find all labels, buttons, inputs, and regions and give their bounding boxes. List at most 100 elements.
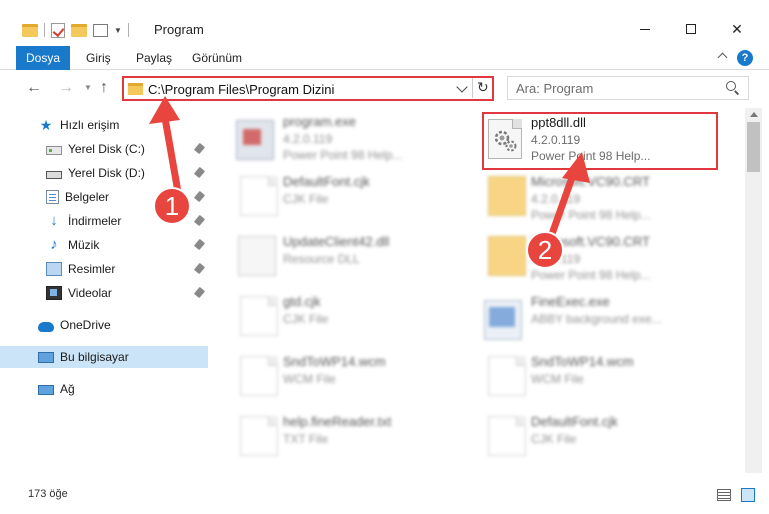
file-detail: CJK File <box>283 192 329 206</box>
search-box[interactable] <box>507 76 749 100</box>
minimize-button[interactable] <box>622 14 668 44</box>
sidebar-item-downloads[interactable]: ↓ İndirmeler <box>0 210 208 232</box>
file-detail: ABBY background exe... <box>531 312 662 326</box>
close-button[interactable]: ✕ <box>714 14 760 44</box>
navigation-bar: ← → ▼ ↑ C:\Program Files\Program Dizini … <box>0 71 769 105</box>
file-item[interactable]: DefaultFont.cjk CJK File <box>226 168 464 222</box>
address-bar[interactable]: C:\Program Files\Program Dizini ↻ <box>122 76 494 101</box>
status-bar: 173 öğe <box>0 482 769 506</box>
file-detail: 4.2.0.119 <box>531 192 581 206</box>
sidebar-item-network[interactable]: Ağ <box>0 378 208 400</box>
navigation-pane: ★ Hızlı erişim Yerel Disk (C:) Yerel Dis… <box>0 108 210 482</box>
maximize-button[interactable] <box>668 14 714 44</box>
file-detail: Power Point 98 Help... <box>283 148 403 162</box>
sidebar-item-videos[interactable]: Videolar <box>0 282 208 304</box>
file-item[interactable]: Microsoft.VC90.CRT 4.2.0.119 Power Point… <box>474 168 712 222</box>
file-item[interactable]: SndToWP14.wcm WCM File <box>474 348 712 402</box>
sidebar-item-label: Videolar <box>68 286 112 300</box>
sidebar-item-disk-d[interactable]: Yerel Disk (D:) <box>0 162 208 184</box>
up-button[interactable]: ↑ <box>100 79 108 97</box>
sidebar-item-label: Ağ <box>60 382 75 396</box>
details-view-icon[interactable] <box>717 489 731 501</box>
chevron-down-icon[interactable]: ▼ <box>114 26 122 35</box>
sidebar-item-label: Resimler <box>68 262 116 276</box>
sidebar-item-label: Hızlı erişim <box>60 118 120 132</box>
file-detail: WCM File <box>283 372 336 386</box>
address-path[interactable]: C:\Program Files\Program Dizini <box>148 82 334 97</box>
tab-home[interactable]: Giriş <box>86 46 111 70</box>
toolbar-separator <box>127 23 129 37</box>
sidebar-item-music[interactable]: ♪ Müzik <box>0 234 208 256</box>
pin-icon <box>193 190 206 203</box>
file-name: SndToWP14.wcm <box>283 354 386 369</box>
application-icon <box>484 300 522 340</box>
search-icon[interactable] <box>726 81 736 91</box>
tab-file[interactable]: Dosya <box>16 46 70 70</box>
address-separator <box>472 78 473 98</box>
file-item[interactable]: help.fineReader.txt TXT File <box>226 408 464 462</box>
tab-share[interactable]: Paylaş <box>136 46 172 70</box>
sidebar-item-pictures[interactable]: Resimler <box>0 258 208 280</box>
pin-icon <box>193 142 206 155</box>
back-button[interactable]: ← <box>26 79 42 97</box>
file-name: gtd.cjk <box>283 294 321 309</box>
file-name: SndToWP14.wcm <box>531 354 634 369</box>
document-icon <box>240 176 278 216</box>
file-item[interactable]: gtd.cjk CJK File <box>226 288 464 342</box>
vertical-scrollbar[interactable] <box>745 108 762 473</box>
sidebar-item-documents[interactable]: Belgeler <box>0 186 208 208</box>
sidebar-item-this-pc[interactable]: Bu bilgisayar <box>0 346 208 368</box>
sidebar-item-label: Müzik <box>68 238 100 252</box>
file-name: DefaultFont.cjk <box>283 174 370 189</box>
customize-toolbar-icon[interactable] <box>93 23 108 37</box>
pictures-icon <box>46 262 62 276</box>
sidebar-item-label: Bu bilgisayar <box>60 350 129 364</box>
refresh-button[interactable]: ↻ <box>477 79 489 96</box>
pin-icon <box>193 238 206 251</box>
file-description: Power Point 98 Help... <box>531 149 651 163</box>
file-name: Microsoft.VC90.CRT <box>531 174 650 189</box>
dll-file-icon <box>238 236 276 276</box>
file-item[interactable]: Microsoft.VC90.CRT 4.2.0.119 Power Point… <box>474 228 712 282</box>
file-item[interactable]: SndToWP14.wcm WCM File <box>226 348 464 402</box>
scroll-up-icon[interactable] <box>750 112 758 117</box>
star-icon: ★ <box>39 117 53 133</box>
recent-locations-icon[interactable]: ▼ <box>84 83 92 92</box>
new-folder-icon[interactable] <box>71 23 87 37</box>
sidebar-item-disk-c[interactable]: Yerel Disk (C:) <box>0 138 208 160</box>
file-detail: Power Point 98 Help... <box>531 268 651 282</box>
chevron-down-icon[interactable] <box>456 81 468 93</box>
forward-button[interactable]: → <box>58 79 74 97</box>
minimize-icon <box>640 28 650 30</box>
help-icon[interactable]: ? <box>737 50 753 66</box>
file-detail: CJK File <box>531 432 577 446</box>
tab-view[interactable]: Görünüm <box>192 46 242 70</box>
document-icon <box>240 416 278 456</box>
file-name: DefaultFont.cjk <box>531 414 618 429</box>
file-detail: TXT File <box>283 432 329 446</box>
sidebar-item-onedrive[interactable]: OneDrive <box>0 314 208 336</box>
sidebar-item-quick-access[interactable]: ★ Hızlı erişim <box>0 114 208 136</box>
pin-icon <box>193 166 206 179</box>
file-item[interactable]: program.exe 4.2.0.119 Power Point 98 Hel… <box>226 108 464 162</box>
file-name: program.exe <box>283 114 356 129</box>
collapse-ribbon-icon[interactable] <box>717 52 728 63</box>
file-name: FineExec.exe <box>531 294 610 309</box>
scrollbar-thumb[interactable] <box>747 122 760 172</box>
search-input[interactable] <box>508 77 718 99</box>
file-item[interactable]: DefaultFont.cjk CJK File <box>474 408 712 462</box>
exe-file-icon <box>236 120 274 160</box>
document-icon <box>240 356 278 396</box>
properties-check-icon[interactable] <box>51 22 65 38</box>
file-version: 4.2.0.119 <box>531 133 581 147</box>
large-icons-view-icon[interactable] <box>741 488 755 502</box>
file-item[interactable]: FineExec.exe ABBY background exe... <box>474 288 712 342</box>
network-icon <box>38 385 54 395</box>
pc-icon <box>38 352 54 363</box>
folder-icon <box>128 83 143 95</box>
pin-icon <box>193 286 206 299</box>
ribbon-tabs: Dosya Giriş Paylaş Görünüm ? <box>0 46 769 70</box>
file-item[interactable]: UpdateClient42.dll Resource DLL <box>226 228 464 282</box>
file-name[interactable]: ppt8dll.dll <box>531 115 586 130</box>
file-detail: 4.2.0.119 <box>531 252 581 266</box>
